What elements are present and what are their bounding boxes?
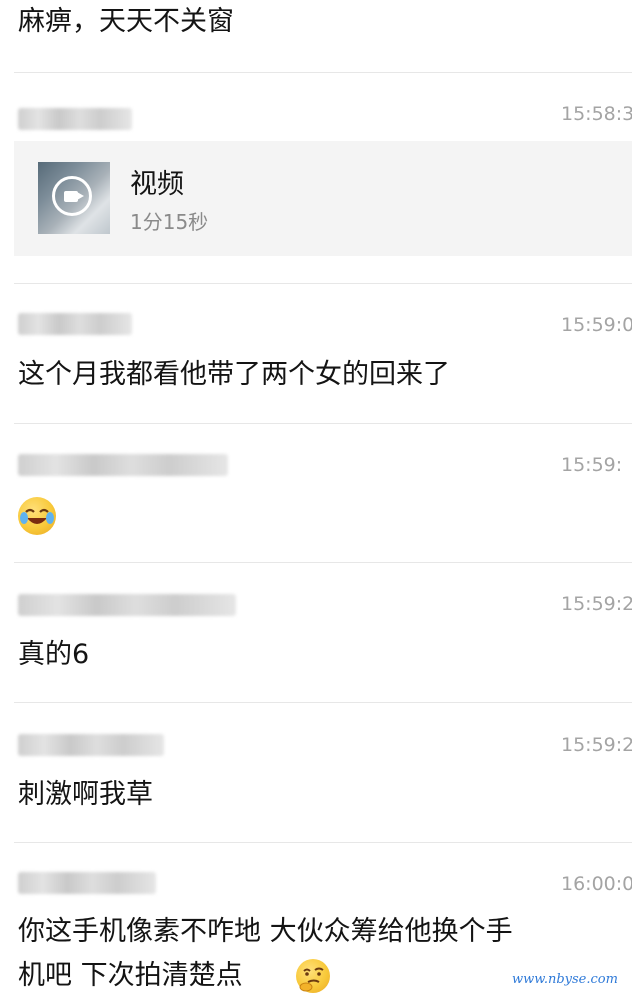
divider bbox=[14, 72, 632, 73]
divider bbox=[14, 283, 632, 284]
message-text: 刺激啊我草 bbox=[18, 779, 153, 810]
laughing-crying-emoji-icon bbox=[18, 497, 56, 535]
sender-name-blurred bbox=[18, 108, 132, 130]
message-text: 麻痹，天天不关窗 bbox=[18, 6, 234, 37]
sender-name-blurred bbox=[18, 454, 228, 476]
message-time: 15:59:0 bbox=[561, 314, 632, 336]
message-text: 真的6 bbox=[18, 639, 90, 670]
sender-name-blurred bbox=[18, 734, 164, 756]
video-title: 视频 bbox=[130, 169, 184, 200]
divider bbox=[14, 562, 632, 563]
divider bbox=[14, 423, 632, 424]
message-text-line: 机吧 下次拍清楚点 bbox=[18, 960, 243, 991]
message-time: 15:59:2 bbox=[561, 593, 632, 615]
message-time: 15:59:2 bbox=[561, 734, 632, 756]
video-duration: 1分15秒 bbox=[130, 210, 209, 234]
sender-name-blurred bbox=[18, 872, 156, 894]
sender-name-blurred bbox=[18, 313, 132, 335]
message-text-line: 你这手机像素不咋地 大伙众筹给他换个手 bbox=[18, 916, 513, 947]
divider bbox=[14, 842, 632, 843]
message-time: 15:58:3 bbox=[561, 103, 632, 125]
video-camera-icon bbox=[52, 176, 92, 216]
message-time: 16:00:0 bbox=[561, 873, 632, 895]
thinking-emoji-icon bbox=[296, 959, 330, 993]
sender-name-blurred bbox=[18, 594, 236, 616]
video-thumbnail[interactable] bbox=[38, 162, 110, 234]
message-time: 15:59: bbox=[561, 454, 623, 476]
video-message-card[interactable]: 视频 1分15秒 bbox=[14, 141, 632, 256]
watermark: www.nbyse.com bbox=[512, 972, 618, 987]
divider bbox=[14, 702, 632, 703]
message-text: 这个月我都看他带了两个女的回来了 bbox=[18, 359, 450, 390]
